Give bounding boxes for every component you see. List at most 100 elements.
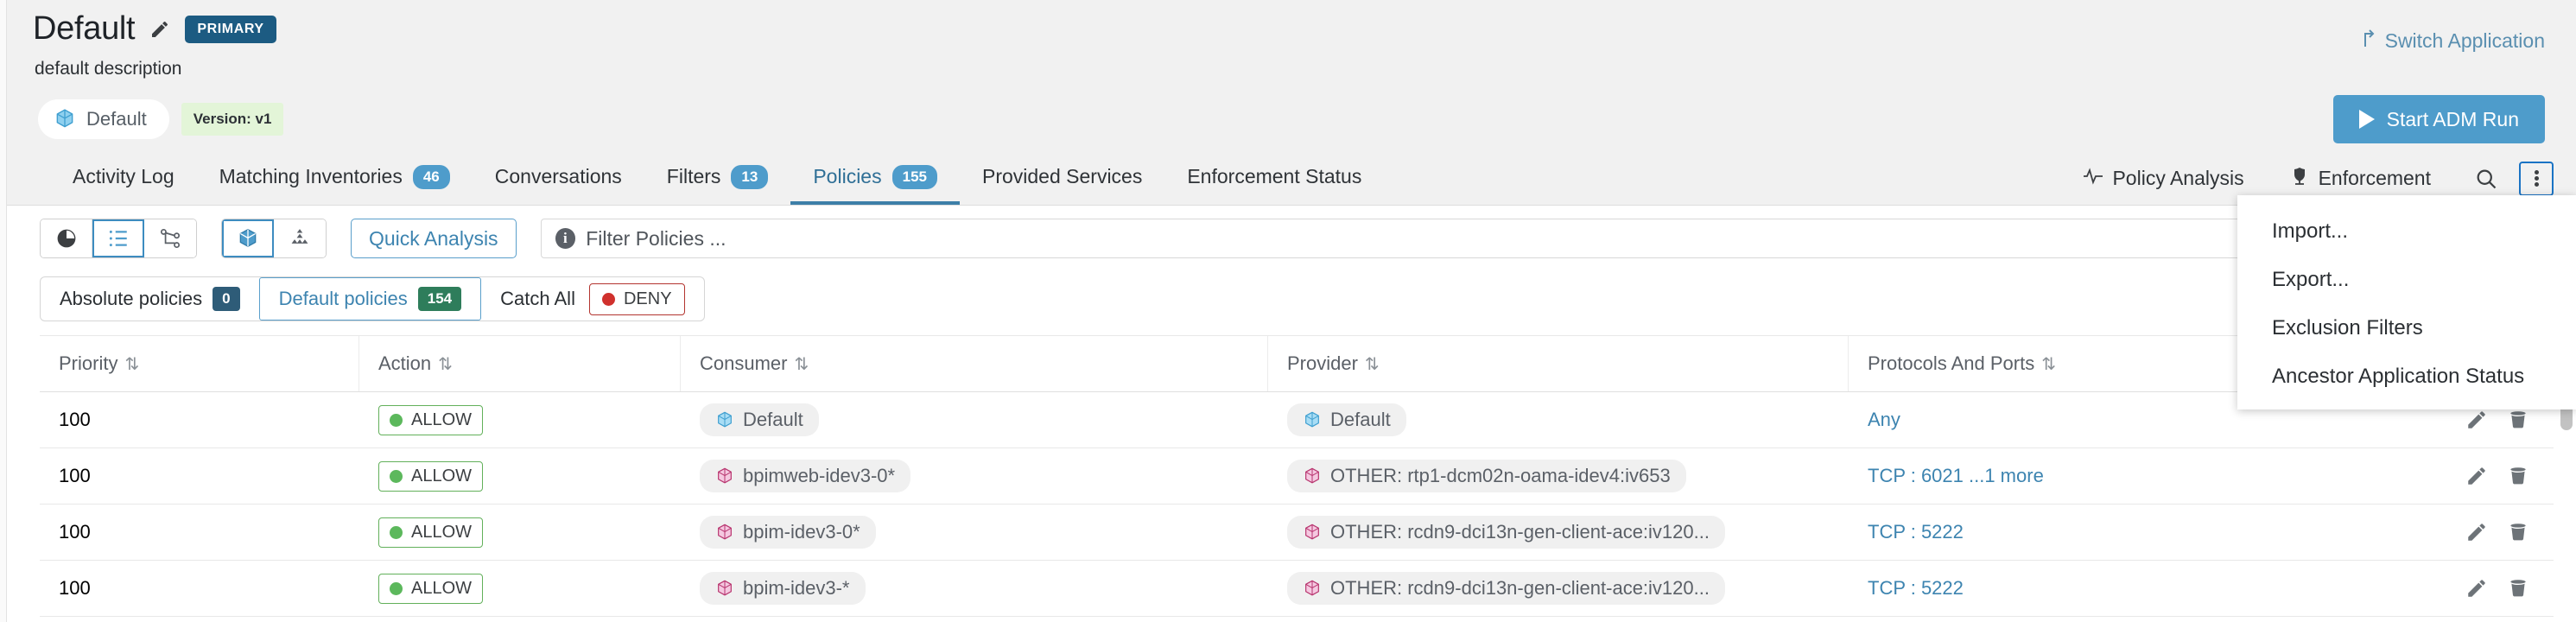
- pencil-icon[interactable]: [2465, 521, 2488, 543]
- column-header-consumer[interactable]: Consumer ⇅: [681, 336, 1268, 391]
- menu-item-ancestor-application-status[interactable]: Ancestor Application Status: [2237, 352, 2576, 401]
- pencil-icon[interactable]: [2465, 409, 2488, 431]
- tab-enforcement-status[interactable]: Enforcement Status: [1164, 152, 1384, 205]
- info-icon[interactable]: i: [555, 228, 576, 249]
- cell-priority: 100: [59, 465, 91, 486]
- switch-application-link[interactable]: Switch Application: [2361, 28, 2545, 54]
- pencil-icon[interactable]: [2465, 577, 2488, 600]
- list-icon[interactable]: [92, 219, 144, 257]
- cluster-icon[interactable]: [274, 219, 326, 257]
- kebab-menu-icon[interactable]: [2519, 161, 2554, 196]
- sort-updown-icon[interactable]: ⇅: [2041, 353, 2056, 375]
- policy-analysis-label: Policy Analysis: [2112, 167, 2244, 189]
- menu-item-import[interactable]: Import...: [2237, 207, 2576, 256]
- consumer-chip[interactable]: bpimweb-idev3-0*: [700, 460, 911, 492]
- tab-default-policies[interactable]: Default policies 154: [258, 277, 482, 321]
- cell-provider: Default: [1268, 392, 1849, 447]
- column-label: Consumer: [700, 352, 788, 374]
- table-row[interactable]: 100 ALLOW bpim-idev3-0* OTHER: rcdn9-dci…: [40, 505, 2554, 561]
- policy-kind-tabs: Absolute policies 0 Default policies 154…: [40, 276, 705, 321]
- cell-consumer: bpim-idev3-0*: [681, 505, 1268, 560]
- scope-row: Default Version: v1: [38, 99, 284, 139]
- trash-icon[interactable]: [2507, 409, 2529, 431]
- sort-updown-icon[interactable]: ⇅: [438, 353, 453, 375]
- menu-item-exclusion-filters[interactable]: Exclusion Filters: [2237, 304, 2576, 352]
- catch-all-control[interactable]: Catch All DENY: [481, 277, 703, 321]
- start-adm-run-button[interactable]: Start ADM Run: [2332, 95, 2545, 143]
- tab-count-badge: 155: [891, 164, 937, 189]
- cell-action: ALLOW: [359, 561, 681, 616]
- title-row: Default PRIMARY: [33, 10, 276, 48]
- sort-updown-icon[interactable]: ⇅: [124, 353, 139, 375]
- cell-action: ALLOW: [359, 448, 681, 504]
- tab-label: Activity Log: [73, 165, 174, 187]
- deny-dot-icon: [601, 292, 615, 306]
- policy-analysis-button[interactable]: Policy Analysis: [2060, 152, 2266, 206]
- allow-badge: ALLOW: [378, 517, 484, 548]
- column-header-priority[interactable]: Priority ⇅: [40, 336, 359, 391]
- app-description: default description: [35, 59, 182, 79]
- cube-pink-icon: [715, 466, 734, 486]
- tab-provided-services[interactable]: Provided Services: [960, 152, 1164, 205]
- allow-badge: ALLOW: [378, 460, 484, 492]
- cube-pink-icon: [1303, 522, 1322, 543]
- tab-count-badge: 13: [731, 164, 769, 189]
- pencil-icon[interactable]: [149, 18, 171, 41]
- tab-label: Conversations: [494, 165, 622, 187]
- trash-icon[interactable]: [2507, 521, 2529, 543]
- cell-protocols-and-ports: TCP : 6021 ...1 more: [1849, 448, 2415, 504]
- tab-matching-inventories[interactable]: Matching Inventories 46: [197, 152, 473, 205]
- primary-badge: PRIMARY: [185, 15, 276, 43]
- search-icon[interactable]: [2469, 162, 2503, 196]
- scope-chip[interactable]: Default: [38, 99, 169, 139]
- graph-icon[interactable]: [144, 219, 196, 257]
- provider-label: Default: [1330, 409, 1391, 430]
- tab-policies[interactable]: Policies 155: [790, 152, 960, 205]
- tab-conversations[interactable]: Conversations: [473, 152, 644, 205]
- cell-protocols-and-ports: TCP : 5222: [1849, 505, 2415, 560]
- sort-updown-icon[interactable]: ⇅: [1365, 353, 1380, 375]
- allow-label: ALLOW: [411, 578, 473, 598]
- column-label: Priority: [59, 352, 118, 374]
- catch-all-value: DENY: [623, 289, 672, 308]
- pencil-icon[interactable]: [2465, 465, 2488, 487]
- ports-link[interactable]: Any: [1868, 409, 1900, 431]
- tab-label: Policies: [813, 165, 882, 187]
- tab-filters[interactable]: Filters 13: [644, 152, 791, 205]
- catch-all-label: Catch All: [500, 288, 575, 309]
- column-header-action[interactable]: Action ⇅: [359, 336, 681, 391]
- cell-action: ALLOW: [359, 392, 681, 447]
- menu-item-export[interactable]: Export...: [2237, 256, 2576, 304]
- column-header-provider[interactable]: Provider ⇅: [1268, 336, 1849, 391]
- trash-icon[interactable]: [2507, 465, 2529, 487]
- provider-chip[interactable]: OTHER: rcdn9-dci13n-gen-client-ace:iv120…: [1287, 572, 1725, 605]
- column-label: Action: [378, 352, 432, 374]
- provider-label: OTHER: rcdn9-dci13n-gen-client-ace:iv120…: [1330, 521, 1710, 543]
- allow-label: ALLOW: [411, 522, 473, 542]
- shield-icon: [2289, 166, 2310, 192]
- catch-all-deny-badge[interactable]: DENY: [588, 282, 685, 315]
- consumer-chip[interactable]: Default: [700, 403, 819, 436]
- table-row[interactable]: 100 ALLOW bpim-idev3-* OTHER: rcdn9-dci1…: [40, 561, 2554, 617]
- default-policies-label: Default policies: [278, 288, 408, 309]
- trash-icon[interactable]: [2507, 577, 2529, 600]
- pie-chart-icon[interactable]: [41, 219, 92, 257]
- table-row[interactable]: 100 ALLOW Default Default Any: [40, 392, 2554, 448]
- kebab-dropdown-menu: Import... Export... Exclusion Filters An…: [2237, 195, 2576, 409]
- quick-analysis-button[interactable]: Quick Analysis: [351, 219, 517, 258]
- sort-updown-icon[interactable]: ⇅: [794, 353, 809, 375]
- ports-link[interactable]: TCP : 6021 ...1 more: [1868, 465, 2044, 487]
- provider-chip[interactable]: Default: [1287, 403, 1406, 436]
- ports-link[interactable]: TCP : 5222: [1868, 577, 1964, 600]
- table-row[interactable]: 100 ALLOW bpimweb-idev3-0* OTHER: rtp1-d…: [40, 448, 2554, 505]
- cube-icon[interactable]: [222, 219, 274, 257]
- ports-link[interactable]: TCP : 5222: [1868, 521, 1964, 543]
- consumer-chip[interactable]: bpim-idev3-*: [700, 572, 866, 605]
- scope-chip-label: Default: [86, 108, 147, 130]
- tab-absolute-policies[interactable]: Absolute policies 0: [41, 277, 259, 321]
- provider-chip[interactable]: OTHER: rtp1-dcm02n-oama-idev4:iv653: [1287, 460, 1686, 492]
- provider-chip[interactable]: OTHER: rcdn9-dci13n-gen-client-ace:iv120…: [1287, 516, 1725, 549]
- tab-activity-log[interactable]: Activity Log: [50, 152, 197, 205]
- cell-row-actions: [2415, 561, 2554, 616]
- consumer-chip[interactable]: bpim-idev3-0*: [700, 516, 876, 549]
